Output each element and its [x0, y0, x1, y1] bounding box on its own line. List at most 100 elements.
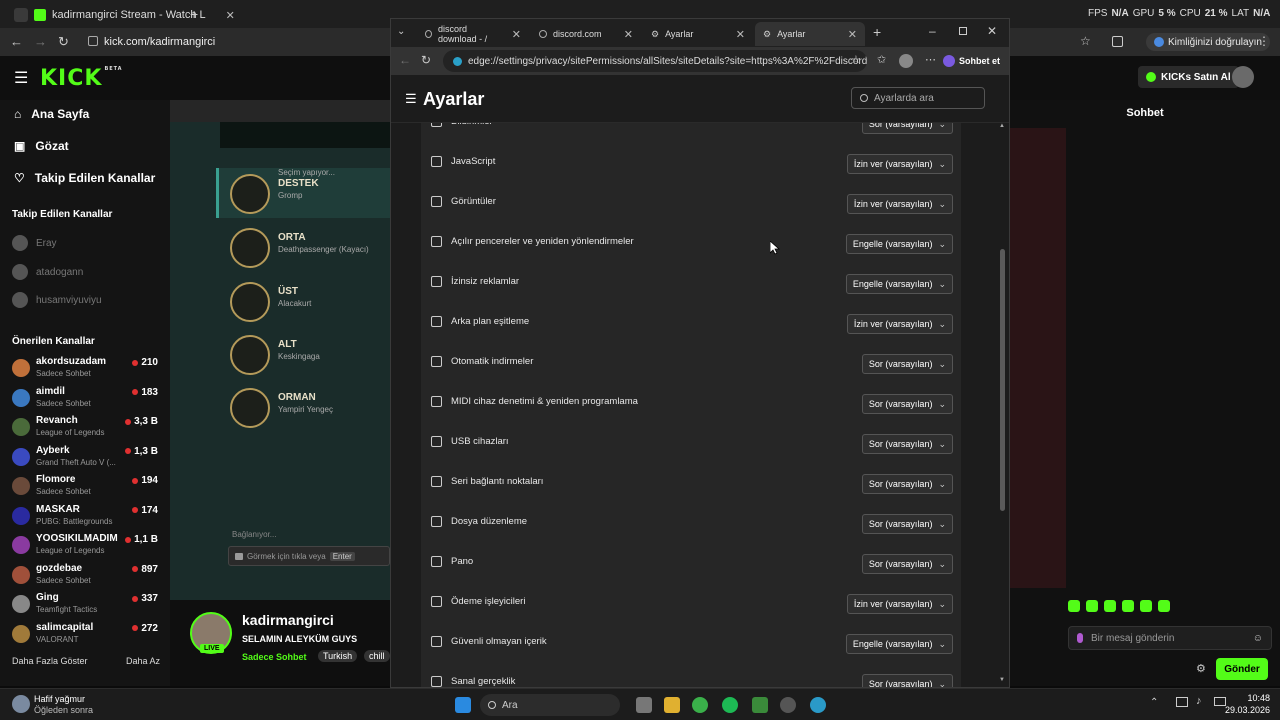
close-tab-icon[interactable]: ✕	[226, 9, 235, 22]
recommended-channel[interactable]: MASKAR PUBG: Battlegrounds 174	[12, 504, 162, 532]
back-arrow-icon[interactable]: ←	[10, 34, 23, 49]
favorite-star-icon[interactable]: ☆	[851, 53, 861, 66]
edge-tab[interactable]: discord.com ✕	[531, 22, 641, 46]
clock-time[interactable]: 10:48	[1226, 693, 1270, 703]
back-url[interactable]: kick.com/kadirmangirci	[104, 36, 215, 48]
streamer-name[interactable]: kadirmangirci	[242, 612, 334, 628]
permission-select[interactable]: Sor (varsayılan) ⌄	[861, 123, 953, 134]
permission-select[interactable]: Engelle (varsayılan) ⌄	[845, 274, 953, 294]
permission-select[interactable]: Sor (varsayılan) ⌄	[861, 474, 953, 494]
chrome-icon[interactable]	[692, 697, 708, 713]
back-arrow-icon[interactable]: ←	[399, 53, 411, 67]
permission-select[interactable]: İzin ver (varsayılan) ⌄	[846, 314, 953, 334]
nav-following[interactable]: ♡ Takip Edilen Kanallar	[14, 171, 155, 185]
permission-select[interactable]: Sor (varsayılan) ⌄	[861, 674, 953, 687]
scroll-up-icon[interactable]: ▲	[999, 123, 1005, 129]
more-menu-icon[interactable]: ⋯	[925, 53, 936, 66]
edge-tab[interactable]: ⚙ Ayarlar ✕	[643, 22, 753, 46]
followed-channel[interactable]: atadogann	[12, 264, 83, 280]
chat-message-input[interactable]: Bir mesaj gönderin ☺	[1068, 626, 1272, 650]
close-tab-icon[interactable]: ✕	[848, 28, 857, 41]
stream-chat-input[interactable]: Görmek için tıkla veya Enter	[228, 546, 390, 566]
microphone-icon[interactable]	[1077, 633, 1083, 643]
star-icon[interactable]: ☆	[1080, 34, 1091, 48]
permission-select[interactable]: Sor (varsayılan) ⌄	[861, 354, 953, 374]
new-tab-icon[interactable]: +	[190, 6, 198, 22]
window-menu-icon[interactable]	[14, 8, 28, 22]
minimize-icon[interactable]: –	[929, 24, 936, 38]
emote-icon[interactable]	[1140, 600, 1152, 612]
recommended-channel[interactable]: akordsuzadam Sadece Sohbet 210	[12, 356, 162, 384]
show-less-link[interactable]: Daha Az	[126, 656, 160, 666]
recommended-channel[interactable]: Flomore Sadece Sohbet 194	[12, 474, 162, 502]
app-icon[interactable]	[752, 697, 768, 713]
recommended-channel[interactable]: YOOSIKILMADIM League of Legends 1,1 B	[12, 533, 162, 561]
followed-channel[interactable]: husamviyuviyu	[12, 292, 102, 308]
extensions-icon[interactable]	[1112, 36, 1123, 47]
site-info-icon[interactable]	[88, 36, 98, 46]
more-menu-icon[interactable]: ⋮	[1258, 34, 1270, 48]
permission-select[interactable]: Engelle (varsayılan) ⌄	[845, 234, 953, 254]
volume-icon[interactable]: ♪	[1196, 695, 1202, 707]
stream-category[interactable]: Sadece Sohbet	[242, 652, 307, 662]
tag-chill[interactable]: chill	[364, 650, 390, 662]
edge-icon[interactable]	[810, 697, 826, 713]
start-icon[interactable]	[455, 697, 471, 713]
close-tab-icon[interactable]: ✕	[624, 28, 633, 41]
settings-menu-icon[interactable]: ☰	[405, 91, 417, 107]
recommended-channel[interactable]: Ayberk Grand Theft Auto V (... 1,3 B	[12, 445, 162, 473]
nav-browse[interactable]: ▣ Gözat	[14, 139, 69, 153]
emote-icon[interactable]	[1086, 600, 1098, 612]
settings-search-input[interactable]: Ayarlarda ara	[851, 87, 985, 109]
emote-icon[interactable]	[1068, 600, 1080, 612]
edge-tab[interactable]: discord download - / ✕	[417, 22, 529, 46]
permission-select[interactable]: İzin ver (varsayılan) ⌄	[846, 154, 953, 174]
clock-date[interactable]: 29.03.2026	[1216, 705, 1270, 715]
tag-turkish[interactable]: Turkish	[318, 650, 358, 662]
send-button[interactable]: Gönder	[1216, 658, 1268, 680]
close-tab-icon[interactable]: ✕	[736, 28, 745, 41]
task-view-icon[interactable]	[636, 697, 652, 713]
forward-arrow-icon[interactable]: →	[34, 34, 47, 49]
profile-avatar[interactable]	[899, 54, 913, 68]
app-icon[interactable]	[780, 697, 796, 713]
nav-home[interactable]: ⌂ Ana Sayfa	[14, 107, 89, 121]
permission-select[interactable]: Engelle (varsayılan) ⌄	[845, 634, 953, 654]
emoji-icon[interactable]: ☺	[1253, 633, 1263, 644]
followed-channel[interactable]: Eray	[12, 235, 57, 251]
weather-icon[interactable]	[12, 695, 30, 713]
file-explorer-icon[interactable]	[664, 697, 680, 713]
new-tab-icon[interactable]: +	[873, 24, 881, 40]
settings-scrollbar[interactable]: ▲ ▼	[998, 123, 1008, 687]
emote-icon[interactable]	[1104, 600, 1116, 612]
permission-select[interactable]: Sor (varsayılan) ⌄	[861, 514, 953, 534]
reload-icon[interactable]: ↻	[58, 34, 69, 50]
recommended-channel[interactable]: salimcapital VALORANT 272	[12, 622, 162, 650]
close-tab-icon[interactable]: ✕	[512, 28, 521, 41]
kicks-button[interactable]: KICKs Satın Al	[1138, 66, 1239, 88]
chat-settings-gear-icon[interactable]: ⚙	[1196, 662, 1206, 675]
spotify-icon[interactable]	[722, 697, 738, 713]
permission-select[interactable]: Sor (varsayılan) ⌄	[861, 434, 953, 454]
edge-url-field[interactable]: edge://settings/privacy/sitePermissions/…	[443, 50, 867, 72]
favorites-icon[interactable]: ✩	[877, 53, 886, 66]
kick-logo[interactable]: KICK BETA	[40, 66, 123, 91]
permission-select[interactable]: Sor (varsayılan) ⌄	[861, 554, 953, 574]
copilot-button[interactable]: Sohbet et	[943, 51, 1000, 71]
network-icon[interactable]	[1176, 697, 1188, 707]
recommended-channel[interactable]: aimdil Sadece Sohbet 183	[12, 386, 162, 414]
emote-icon[interactable]	[1158, 600, 1170, 612]
taskbar-search[interactable]: Ara	[480, 694, 620, 716]
close-window-icon[interactable]: ✕	[987, 24, 997, 38]
scroll-down-icon[interactable]: ▼	[999, 677, 1005, 683]
show-more-link[interactable]: Daha Fazla Göster	[12, 656, 88, 666]
hamburger-menu-icon[interactable]: ☰	[14, 68, 28, 88]
user-avatar[interactable]	[1232, 66, 1254, 88]
back-tab[interactable]: kadirmangirci Stream - Watch L ✕	[6, 4, 243, 26]
stream-video[interactable]: Seçim yapıyor... DESTEK Gromp ORTA Deathpass…	[170, 100, 390, 600]
permission-select[interactable]: İzin ver (varsayılan) ⌄	[846, 194, 953, 214]
identity-button[interactable]: Kimliğinizi doğrulayın	[1146, 33, 1270, 51]
emote-icon[interactable]	[1122, 600, 1134, 612]
tray-chevron-icon[interactable]: ⌃	[1150, 697, 1158, 708]
reload-icon[interactable]: ↻	[421, 53, 431, 67]
